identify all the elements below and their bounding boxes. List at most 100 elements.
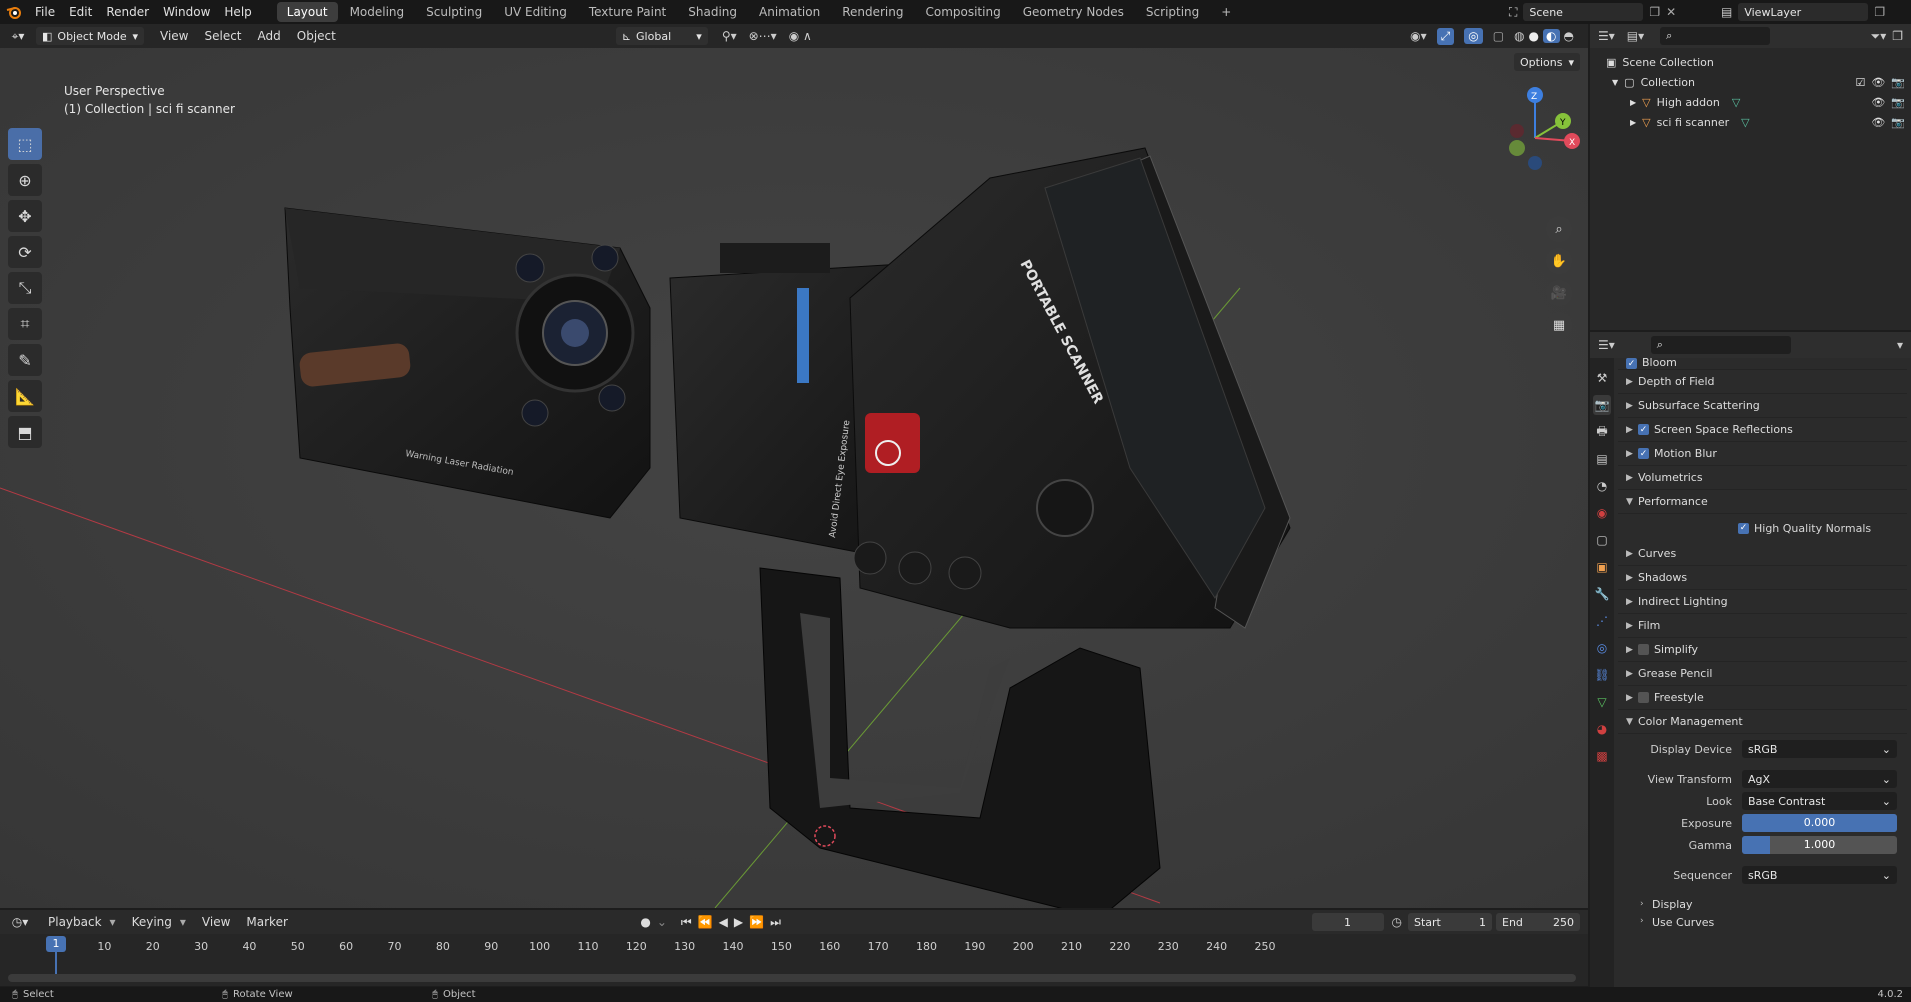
timeline-menu-marker[interactable]: Marker — [238, 915, 295, 929]
panel-volumetrics[interactable]: ▶ Volumetrics — [1618, 466, 1907, 490]
panel-performance[interactable]: ▼ Performance — [1618, 490, 1907, 514]
workspace-tab[interactable]: Modeling — [340, 2, 415, 22]
collection-tab-icon[interactable]: ▢ — [1593, 530, 1611, 550]
viewport-menu-object[interactable]: Object — [289, 29, 344, 43]
viewport-menu-view[interactable]: View — [152, 29, 196, 43]
timeline-menu-playback[interactable]: Playback — [40, 915, 110, 929]
checkbox-icon[interactable]: ✓ — [1738, 522, 1749, 534]
preview-range-icon[interactable]: ◷ — [1392, 915, 1402, 929]
panel-grease-pencil[interactable]: ▶ Grease Pencil — [1618, 662, 1907, 686]
overlays-icon[interactable]: ◎ — [1464, 28, 1483, 44]
copy-icon[interactable]: ❐ — [1649, 5, 1660, 19]
timeline-menu-keying[interactable]: Keying — [124, 915, 180, 929]
constraints-tab-icon[interactable]: ⛓ — [1593, 665, 1611, 685]
rotate-tool-icon[interactable]: ⟳ — [8, 236, 42, 268]
copy-icon[interactable]: ❐ — [1874, 5, 1885, 19]
panel-indirect-lighting[interactable]: ▶ Indirect Lighting — [1618, 590, 1907, 614]
jump-start-icon[interactable]: ⏮ — [681, 915, 692, 930]
gizmo-icon[interactable]: ⤢ — [1436, 27, 1455, 45]
scene-field[interactable]: Scene — [1523, 3, 1644, 21]
options-dropdown[interactable]: Options ▾ — [1514, 53, 1580, 71]
material-tab-icon[interactable]: ◕ — [1593, 719, 1611, 739]
annotate-tool-icon[interactable]: ✎ — [8, 344, 42, 376]
timeline-scrollbar[interactable] — [8, 974, 1576, 982]
next-keyframe-icon[interactable]: ⏩ — [749, 915, 764, 929]
world-tab-icon[interactable]: ◉ — [1593, 503, 1611, 523]
start-frame-field[interactable]: Start 1 — [1408, 913, 1492, 931]
menu-edit[interactable]: Edit — [62, 0, 99, 24]
physics-tab-icon[interactable]: ◎ — [1593, 638, 1611, 658]
panel-subsurface-scattering[interactable]: ▶ Subsurface Scattering — [1618, 394, 1907, 418]
panel-bloom[interactable]: ✓ Bloom — [1618, 358, 1907, 370]
shading-wireframe-icon[interactable]: ◍ — [1514, 29, 1524, 43]
add-workspace-button[interactable]: + — [1211, 2, 1241, 22]
workspace-tab[interactable]: Texture Paint — [579, 2, 676, 22]
object-tab-icon[interactable]: ▣ — [1593, 557, 1611, 577]
playhead[interactable]: 1 — [46, 936, 66, 952]
grid-projection-icon[interactable]: ▦ — [1546, 312, 1572, 338]
menu-render[interactable]: Render — [99, 0, 156, 24]
high-quality-normals-option[interactable]: ✓ High Quality Normals — [1618, 514, 1907, 542]
panel-depth-of-field[interactable]: ▶ Depth of Field — [1618, 370, 1907, 394]
panel-freestyle[interactable]: ▶ Freestyle — [1618, 686, 1907, 710]
workspace-tab[interactable]: Rendering — [832, 2, 913, 22]
particles-tab-icon[interactable]: ⋰ — [1593, 611, 1611, 631]
checkbox-icon[interactable]: ☑ — [1855, 76, 1865, 89]
close-icon[interactable]: ✕ — [1666, 5, 1676, 19]
properties-search-input[interactable]: ⌕ — [1650, 336, 1791, 354]
view-layer-field[interactable]: ViewLayer — [1738, 3, 1869, 21]
chevron-down-icon[interactable]: ▾ — [1897, 338, 1903, 352]
timeline-track[interactable]: 10 20 30 40 50 60 70 80 90 100 110 120 130 140 150 160 1… — [0, 934, 1588, 986]
scene-tab-icon[interactable]: ◔ — [1593, 476, 1611, 496]
outliner-search-input[interactable]: ⌕ — [1660, 27, 1771, 45]
mode-selector[interactable]: ◧ Object Mode ▾ — [36, 27, 144, 45]
workspace-tab[interactable]: Layout — [276, 2, 338, 22]
sequencer-dropdown[interactable]: sRGB ⌄ — [1742, 866, 1897, 884]
snap-icon[interactable]: ⊗⋯▾ — [749, 29, 777, 43]
gamma-slider[interactable]: 1.000 — [1742, 836, 1897, 854]
camera-icon[interactable]: 📷 — [1891, 116, 1905, 129]
outliner-item[interactable]: ▶ ▽ sci fi scanner ▽ 👁 📷 — [1606, 112, 1911, 132]
cursor-tool-icon[interactable]: ⊕ — [8, 164, 42, 196]
panel-screen-space-reflections[interactable]: ▶ ✓ Screen Space Reflections — [1618, 418, 1907, 442]
scene-selector[interactable]: ⛶ Scene ❐ ✕ — [1509, 3, 1709, 21]
zoom-icon[interactable]: ⌕ — [1546, 216, 1572, 242]
camera-icon[interactable]: 📷 — [1891, 96, 1905, 109]
xray-icon[interactable]: ▢ — [1493, 29, 1504, 43]
properties-editor-icon[interactable]: ☰▾ — [1598, 338, 1615, 352]
shading-rendered-icon[interactable]: ◓ — [1564, 29, 1574, 43]
expand-arrow-icon[interactable]: ▶ — [1630, 98, 1636, 107]
pivot-icon[interactable]: ⚲▾ — [722, 29, 737, 43]
output-tab-icon[interactable]: 🖶 — [1593, 422, 1611, 442]
editor-type-icon[interactable]: ⌖▾ — [0, 29, 36, 44]
camera-icon[interactable]: 📷 — [1891, 76, 1905, 89]
panel-simplify[interactable]: ▶ Simplify — [1618, 638, 1907, 662]
jump-end-icon[interactable]: ⏭ — [770, 915, 781, 930]
workspace-tab[interactable]: Scripting — [1136, 2, 1209, 22]
view-layer-selector[interactable]: ▤ ViewLayer ❐ — [1721, 3, 1911, 21]
record-icon[interactable]: ● — [640, 915, 650, 929]
eye-icon[interactable]: 👁 — [1871, 76, 1885, 89]
panel-color-management[interactable]: ▼ Color Management — [1618, 710, 1907, 734]
workspace-tab[interactable]: Compositing — [915, 2, 1010, 22]
navigation-gizmo[interactable]: Z Y X — [1490, 83, 1580, 173]
workspace-tab[interactable]: Shading — [678, 2, 747, 22]
visibility-icon[interactable]: ◉▾ — [1410, 29, 1427, 43]
prev-keyframe-icon[interactable]: ⏪ — [698, 915, 713, 929]
panel-curves[interactable]: ▶ Curves — [1618, 542, 1907, 566]
orientation-selector[interactable]: ⊾ Global ▾ — [615, 27, 708, 45]
end-frame-field[interactable]: End 250 — [1496, 913, 1580, 931]
eye-icon[interactable]: 👁 — [1871, 116, 1885, 129]
menu-window[interactable]: Window — [156, 0, 217, 24]
blender-logo-icon[interactable] — [0, 0, 28, 24]
workspace-tab[interactable]: Animation — [749, 2, 830, 22]
exposure-slider[interactable]: 0.000 — [1742, 814, 1897, 832]
menu-file[interactable]: File — [28, 0, 62, 24]
timeline-editor-icon[interactable]: ◷▾ — [0, 915, 40, 929]
move-tool-icon[interactable]: ✥ — [8, 200, 42, 232]
shading-solid-icon[interactable]: ● — [1529, 29, 1539, 43]
panel-motion-blur[interactable]: ▶ ✓ Motion Blur — [1618, 442, 1907, 466]
select-box-tool-icon[interactable]: ⬚ — [8, 128, 42, 160]
checkbox-icon[interactable]: ✓ — [1638, 424, 1649, 435]
checkbox-icon[interactable] — [1638, 644, 1649, 655]
